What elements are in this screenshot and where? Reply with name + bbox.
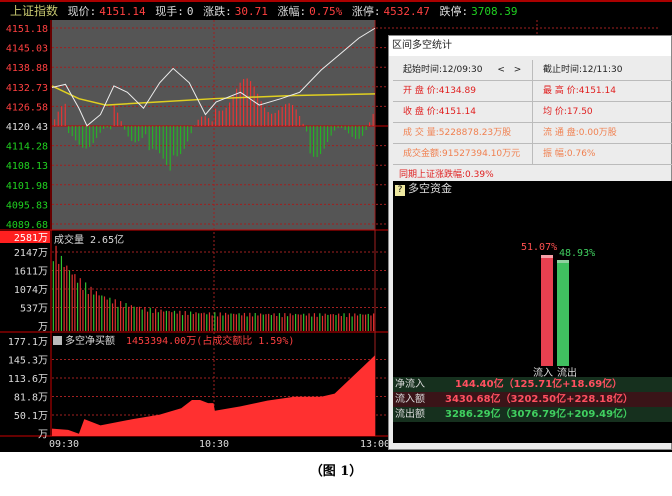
volume-title: 成交量 2.65亿	[54, 233, 124, 246]
next-button[interactable]: >	[514, 65, 522, 75]
price-tick: 4108.13	[6, 161, 48, 172]
funds-panel: ? 多空资金 51.07% 48.93% 流入 流出 净流入 144.40亿（125…	[393, 181, 672, 443]
avg-price: 均 价:17.50	[543, 107, 593, 117]
price-value: 4151.14	[99, 5, 146, 18]
limit-up-value: 4532.47	[383, 5, 430, 18]
netbuy-tick: 177.1万	[8, 337, 48, 348]
row-value: 144.40亿（125.71亿+18.69亿）	[455, 379, 623, 390]
netbuy-area	[52, 355, 375, 436]
price-tick: 4101.98	[6, 181, 48, 192]
outflow-percent: 48.93%	[559, 248, 596, 260]
start-time: 起始时间:12/09:30	[403, 65, 483, 75]
figure-caption: （图 1）	[309, 464, 363, 479]
time-tick: 10:30	[199, 439, 229, 450]
limit-down-label: 跌停:	[439, 5, 469, 18]
time-tick: 13:00	[360, 439, 390, 450]
price-tick: 4132.73	[6, 83, 48, 94]
inflow-row: 流入额 3430.68亿（3202.50亿+228.18亿）	[393, 392, 672, 407]
netbuy-tick: 145.3万	[8, 356, 48, 367]
stock-chart-terminal: 4151.18 4145.03 4138.88 4132.73 4126.58 4120.…	[0, 0, 672, 452]
hand-label: 现手:	[155, 5, 184, 18]
price-tick: 4120.43	[6, 122, 48, 133]
interval-stats-dialog[interactable]: 区间多空统计 起始时间:12/09:30 < > 截止时间:12/11:30 开…	[388, 35, 672, 450]
row-label: 流出额	[395, 409, 425, 420]
close-price: 收 盘 价:4151.14	[393, 102, 533, 122]
dialog-title[interactable]: 区间多空统计	[389, 36, 671, 56]
limit-down-value: 3708.39	[471, 5, 518, 18]
time-tick: 09:30	[49, 439, 79, 450]
volume-tick: 万	[38, 322, 48, 333]
row-value: 3286.29亿（3076.79亿+209.49亿）	[445, 409, 634, 420]
netbuy-tick: 113.6万	[8, 374, 48, 385]
amount: 成交金额:91527394.10万元	[393, 144, 533, 164]
help-icon[interactable]: ?	[395, 185, 405, 196]
limit-up-label: 涨停:	[351, 5, 381, 18]
volume-tick: 1074万	[14, 285, 48, 296]
row-label: 净流入	[395, 379, 425, 390]
price-tick: 4126.58	[6, 102, 48, 113]
end-time: 截止时间:12/11:30	[543, 65, 623, 75]
netbuy-tick: 万	[38, 430, 48, 441]
pct-label: 涨幅:	[277, 5, 307, 18]
quote-header: 上证指数 现价: 4151.14 现手: 0 涨跌: 30.71 涨幅: 0.75% 涨…	[0, 0, 672, 20]
price-tick: 4095.83	[6, 200, 48, 211]
change-value: 30.71	[234, 5, 268, 18]
price-tick: 4114.28	[6, 142, 48, 153]
inflow-percent: 51.07%	[521, 241, 558, 253]
volume-tick: 537万	[20, 304, 48, 315]
price-tick: 4151.18	[6, 24, 48, 35]
price-label: 现价:	[67, 5, 97, 18]
netbuy-title: 多空净买额	[65, 334, 115, 347]
pct-value: 0.75%	[309, 5, 343, 18]
funds-title: 多空资金	[408, 182, 452, 195]
prev-button[interactable]: <	[497, 65, 505, 75]
row-value: 3430.68亿（3202.50亿+228.18亿）	[445, 394, 634, 405]
high-price: 最 高 价:4151.14	[543, 86, 616, 96]
index-name: 上证指数	[10, 4, 59, 18]
volume-tick: 1611万	[14, 267, 48, 278]
netbuy-tick: 81.8万	[14, 393, 48, 404]
help-icon	[53, 336, 62, 345]
netbuy-value: 1453394.00万(占成交额比 1.59%)	[126, 334, 294, 347]
change-label: 涨跌:	[203, 5, 232, 18]
price-tick: 4145.03	[6, 44, 48, 55]
amplitude: 振 幅:0.76%	[543, 149, 596, 159]
stats-grid: 起始时间:12/09:30 < > 截止时间:12/11:30 开 盘 价:41…	[393, 60, 672, 185]
volume: 成 交 量:5228878.23万股	[393, 123, 533, 143]
netbuy-tick: 50.1万	[14, 411, 48, 422]
volume-tick: 2147万	[14, 248, 48, 259]
open-price: 开 盘 价:4134.89	[393, 81, 533, 101]
outflow-row: 流出额 3286.29亿（3076.79亿+209.49亿）	[393, 407, 672, 422]
price-tick: 4089.68	[6, 220, 48, 231]
hand-value: 0	[186, 5, 194, 18]
row-label: 流入额	[395, 394, 425, 405]
price-tick: 4138.88	[6, 63, 48, 74]
float-shares: 流 通 盘:0.00万股	[543, 128, 617, 138]
net-inflow-row: 净流入 144.40亿（125.71亿+18.69亿）	[393, 377, 672, 392]
inflow-bar	[541, 254, 553, 366]
outflow-bar	[557, 259, 569, 366]
volume-max-tick: 2581万	[14, 233, 48, 244]
